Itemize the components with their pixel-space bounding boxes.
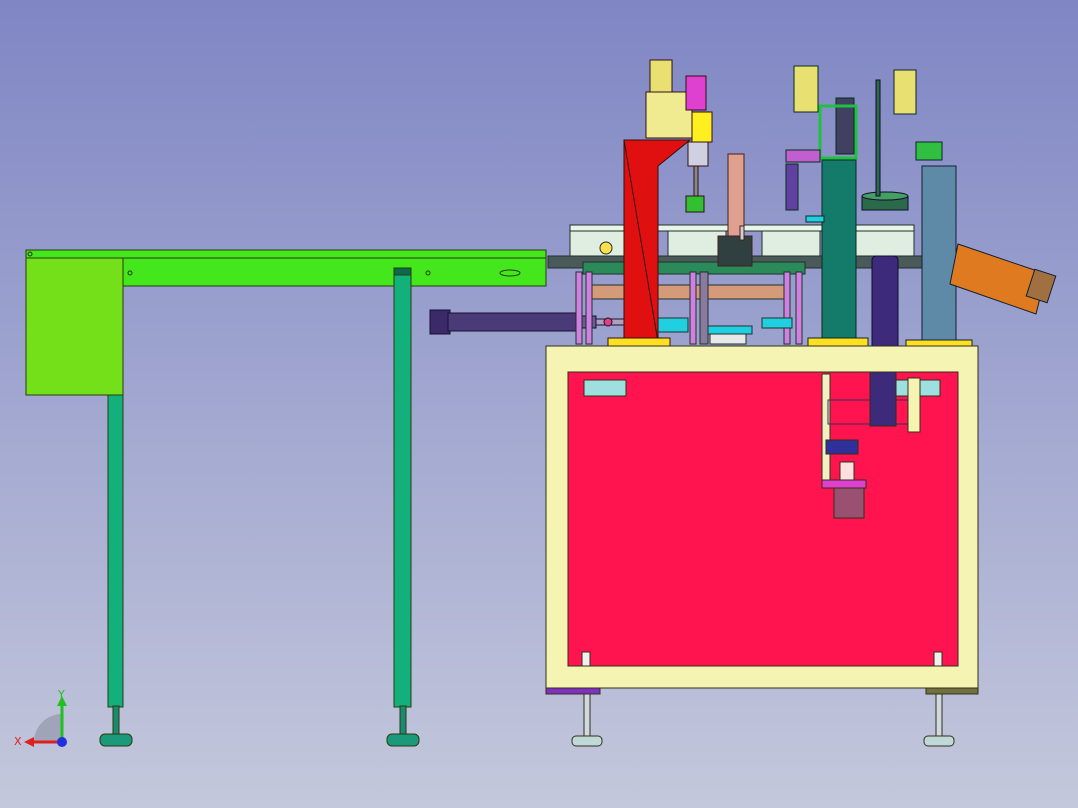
x-axis-label: X [14,735,22,748]
cabinet[interactable] [545,345,979,747]
machine-model[interactable] [0,0,1078,808]
cad-viewport[interactable]: Y X [0,0,1078,808]
x-axis-head [24,737,34,747]
blue-station[interactable] [893,69,1057,349]
axis-triad: Y X [14,688,67,748]
push-cylinder[interactable] [429,309,625,335]
triad-arc [34,714,62,742]
z-axis-dot [57,737,67,747]
y-axis-label: Y [57,688,65,701]
center-tube[interactable] [717,153,753,267]
